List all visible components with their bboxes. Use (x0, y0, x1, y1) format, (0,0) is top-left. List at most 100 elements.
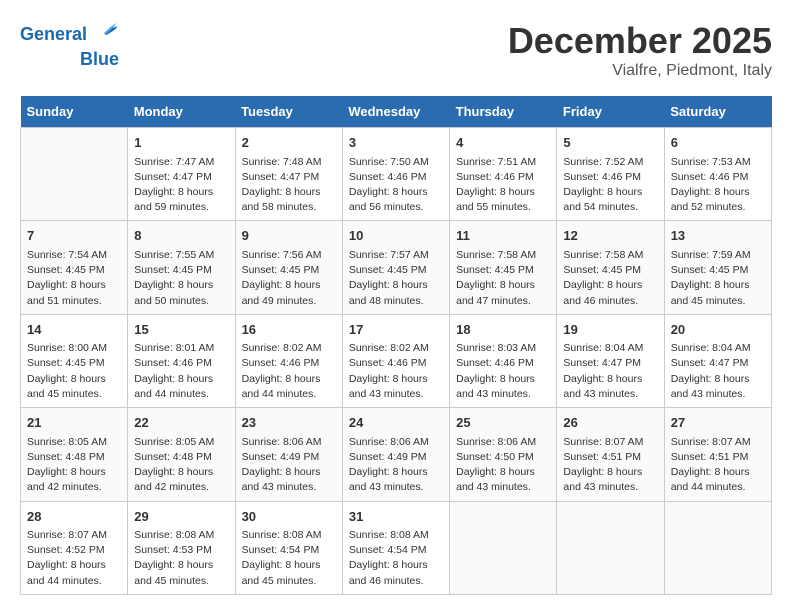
calendar-cell: 25Sunrise: 8:06 AMSunset: 4:50 PMDayligh… (450, 408, 557, 501)
day-number: 17 (349, 320, 443, 340)
day-number: 27 (671, 413, 765, 433)
column-header-wednesday: Wednesday (342, 96, 449, 128)
calendar-cell: 13Sunrise: 7:59 AMSunset: 4:45 PMDayligh… (664, 221, 771, 314)
day-number: 28 (27, 507, 121, 527)
logo-general: General (20, 25, 87, 45)
day-info: Sunrise: 8:04 AMSunset: 4:47 PMDaylight:… (563, 341, 657, 402)
day-info: Sunrise: 7:51 AMSunset: 4:46 PMDaylight:… (456, 155, 550, 216)
day-info: Sunrise: 8:05 AMSunset: 4:48 PMDaylight:… (27, 435, 121, 496)
day-info: Sunrise: 8:08 AMSunset: 4:54 PMDaylight:… (242, 528, 336, 589)
day-info: Sunrise: 7:59 AMSunset: 4:45 PMDaylight:… (671, 248, 765, 309)
calendar-cell: 14Sunrise: 8:00 AMSunset: 4:45 PMDayligh… (21, 314, 128, 407)
day-info: Sunrise: 8:08 AMSunset: 4:54 PMDaylight:… (349, 528, 443, 589)
calendar-cell (450, 501, 557, 594)
calendar-cell: 2Sunrise: 7:48 AMSunset: 4:47 PMDaylight… (235, 128, 342, 221)
calendar-cell (557, 501, 664, 594)
day-number: 29 (134, 507, 228, 527)
day-number: 13 (671, 226, 765, 246)
calendar-cell: 7Sunrise: 7:54 AMSunset: 4:45 PMDaylight… (21, 221, 128, 314)
day-info: Sunrise: 8:07 AMSunset: 4:51 PMDaylight:… (671, 435, 765, 496)
column-header-saturday: Saturday (664, 96, 771, 128)
day-info: Sunrise: 8:07 AMSunset: 4:51 PMDaylight:… (563, 435, 657, 496)
calendar-cell: 18Sunrise: 8:03 AMSunset: 4:46 PMDayligh… (450, 314, 557, 407)
day-info: Sunrise: 7:56 AMSunset: 4:45 PMDaylight:… (242, 248, 336, 309)
calendar-table: SundayMondayTuesdayWednesdayThursdayFrid… (20, 96, 772, 595)
day-info: Sunrise: 7:57 AMSunset: 4:45 PMDaylight:… (349, 248, 443, 309)
day-info: Sunrise: 7:53 AMSunset: 4:46 PMDaylight:… (671, 155, 765, 216)
calendar-cell: 3Sunrise: 7:50 AMSunset: 4:46 PMDaylight… (342, 128, 449, 221)
day-info: Sunrise: 7:54 AMSunset: 4:45 PMDaylight:… (27, 248, 121, 309)
day-info: Sunrise: 7:50 AMSunset: 4:46 PMDaylight:… (349, 155, 443, 216)
calendar-cell: 24Sunrise: 8:06 AMSunset: 4:49 PMDayligh… (342, 408, 449, 501)
day-number: 1 (134, 133, 228, 153)
logo: General Blue (20, 20, 119, 70)
day-info: Sunrise: 8:02 AMSunset: 4:46 PMDaylight:… (242, 341, 336, 402)
calendar-week-2: 7Sunrise: 7:54 AMSunset: 4:45 PMDaylight… (21, 221, 772, 314)
day-info: Sunrise: 7:48 AMSunset: 4:47 PMDaylight:… (242, 155, 336, 216)
calendar-cell: 20Sunrise: 8:04 AMSunset: 4:47 PMDayligh… (664, 314, 771, 407)
day-number: 20 (671, 320, 765, 340)
day-info: Sunrise: 7:55 AMSunset: 4:45 PMDaylight:… (134, 248, 228, 309)
column-header-thursday: Thursday (450, 96, 557, 128)
logo-blue: Blue (80, 50, 119, 70)
calendar-cell: 12Sunrise: 7:58 AMSunset: 4:45 PMDayligh… (557, 221, 664, 314)
month-title: December 2025 (508, 20, 772, 62)
day-number: 10 (349, 226, 443, 246)
title-block: December 2025 Vialfre, Piedmont, Italy (508, 20, 772, 80)
day-number: 11 (456, 226, 550, 246)
calendar-cell: 27Sunrise: 8:07 AMSunset: 4:51 PMDayligh… (664, 408, 771, 501)
calendar-week-4: 21Sunrise: 8:05 AMSunset: 4:48 PMDayligh… (21, 408, 772, 501)
calendar-cell: 26Sunrise: 8:07 AMSunset: 4:51 PMDayligh… (557, 408, 664, 501)
calendar-cell: 17Sunrise: 8:02 AMSunset: 4:46 PMDayligh… (342, 314, 449, 407)
calendar-cell: 4Sunrise: 7:51 AMSunset: 4:46 PMDaylight… (450, 128, 557, 221)
day-number: 21 (27, 413, 121, 433)
day-number: 7 (27, 226, 121, 246)
calendar-cell: 16Sunrise: 8:02 AMSunset: 4:46 PMDayligh… (235, 314, 342, 407)
day-number: 4 (456, 133, 550, 153)
day-info: Sunrise: 7:58 AMSunset: 4:45 PMDaylight:… (456, 248, 550, 309)
page-header: General Blue December 2025 Vialfre, Pied… (20, 20, 772, 80)
day-number: 26 (563, 413, 657, 433)
day-info: Sunrise: 8:08 AMSunset: 4:53 PMDaylight:… (134, 528, 228, 589)
day-info: Sunrise: 8:07 AMSunset: 4:52 PMDaylight:… (27, 528, 121, 589)
calendar-cell: 30Sunrise: 8:08 AMSunset: 4:54 PMDayligh… (235, 501, 342, 594)
day-number: 3 (349, 133, 443, 153)
day-number: 30 (242, 507, 336, 527)
calendar-cell: 23Sunrise: 8:06 AMSunset: 4:49 PMDayligh… (235, 408, 342, 501)
calendar-cell: 1Sunrise: 7:47 AMSunset: 4:47 PMDaylight… (128, 128, 235, 221)
column-header-tuesday: Tuesday (235, 96, 342, 128)
day-number: 31 (349, 507, 443, 527)
location-subtitle: Vialfre, Piedmont, Italy (508, 62, 772, 80)
calendar-cell: 28Sunrise: 8:07 AMSunset: 4:52 PMDayligh… (21, 501, 128, 594)
day-number: 25 (456, 413, 550, 433)
calendar-cell: 9Sunrise: 7:56 AMSunset: 4:45 PMDaylight… (235, 221, 342, 314)
day-info: Sunrise: 8:06 AMSunset: 4:49 PMDaylight:… (349, 435, 443, 496)
day-info: Sunrise: 8:04 AMSunset: 4:47 PMDaylight:… (671, 341, 765, 402)
column-header-friday: Friday (557, 96, 664, 128)
calendar-cell: 31Sunrise: 8:08 AMSunset: 4:54 PMDayligh… (342, 501, 449, 594)
calendar-week-3: 14Sunrise: 8:00 AMSunset: 4:45 PMDayligh… (21, 314, 772, 407)
calendar-cell: 15Sunrise: 8:01 AMSunset: 4:46 PMDayligh… (128, 314, 235, 407)
day-number: 9 (242, 226, 336, 246)
calendar-cell: 22Sunrise: 8:05 AMSunset: 4:48 PMDayligh… (128, 408, 235, 501)
calendar-cell (664, 501, 771, 594)
day-info: Sunrise: 8:05 AMSunset: 4:48 PMDaylight:… (134, 435, 228, 496)
day-info: Sunrise: 7:47 AMSunset: 4:47 PMDaylight:… (134, 155, 228, 216)
calendar-header-row: SundayMondayTuesdayWednesdayThursdayFrid… (21, 96, 772, 128)
day-number: 18 (456, 320, 550, 340)
calendar-cell: 19Sunrise: 8:04 AMSunset: 4:47 PMDayligh… (557, 314, 664, 407)
logo-bird-icon (89, 20, 119, 50)
day-number: 12 (563, 226, 657, 246)
day-number: 23 (242, 413, 336, 433)
calendar-cell (21, 128, 128, 221)
day-number: 6 (671, 133, 765, 153)
day-info: Sunrise: 8:06 AMSunset: 4:49 PMDaylight:… (242, 435, 336, 496)
calendar-cell: 11Sunrise: 7:58 AMSunset: 4:45 PMDayligh… (450, 221, 557, 314)
day-info: Sunrise: 8:02 AMSunset: 4:46 PMDaylight:… (349, 341, 443, 402)
day-info: Sunrise: 8:06 AMSunset: 4:50 PMDaylight:… (456, 435, 550, 496)
day-info: Sunrise: 7:52 AMSunset: 4:46 PMDaylight:… (563, 155, 657, 216)
calendar-cell: 5Sunrise: 7:52 AMSunset: 4:46 PMDaylight… (557, 128, 664, 221)
day-number: 16 (242, 320, 336, 340)
calendar-week-5: 28Sunrise: 8:07 AMSunset: 4:52 PMDayligh… (21, 501, 772, 594)
column-header-monday: Monday (128, 96, 235, 128)
